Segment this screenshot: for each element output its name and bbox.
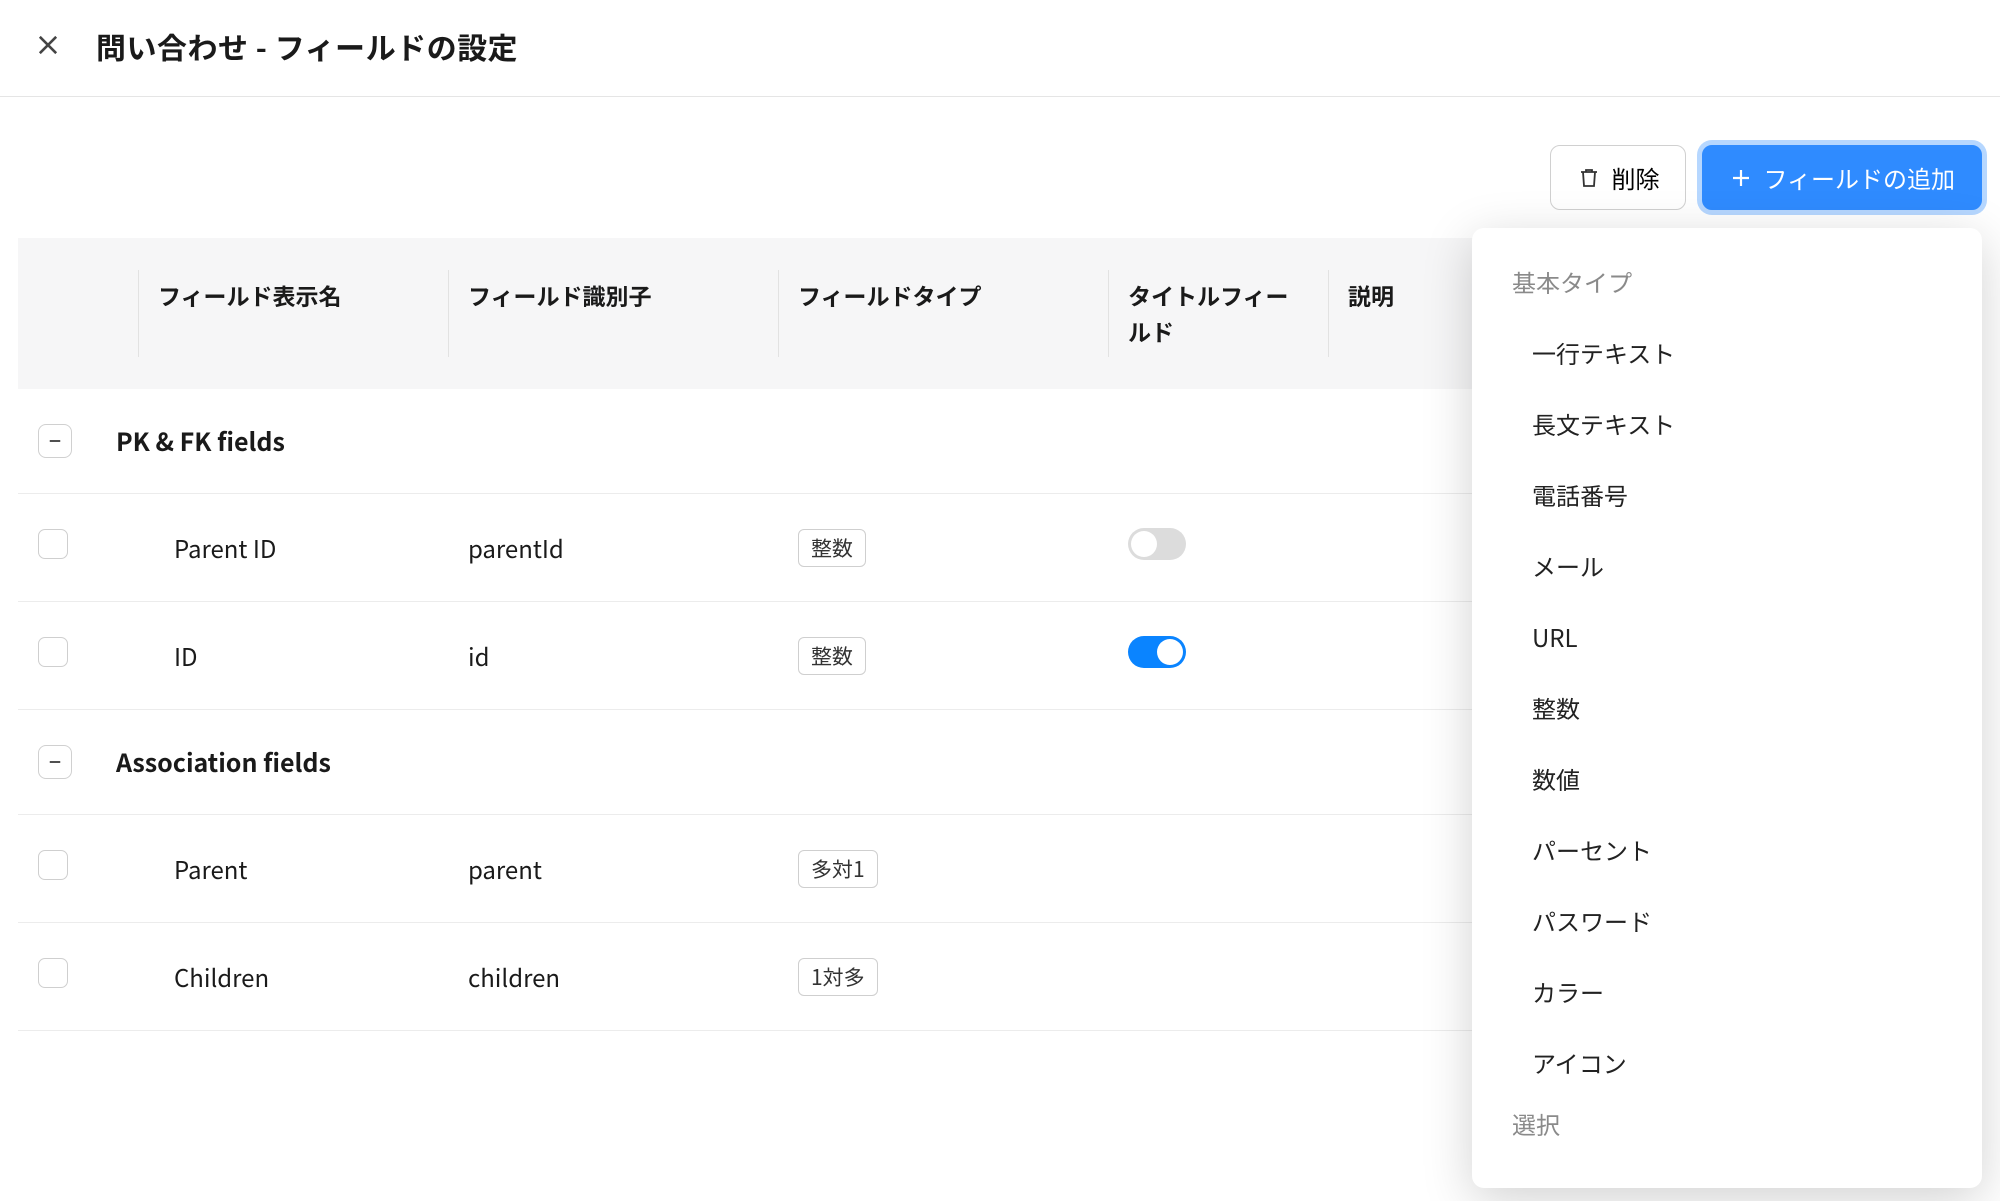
cell-identifier: parent: [448, 815, 778, 923]
type-tag: 1対多: [798, 958, 878, 996]
minus-icon: [46, 432, 64, 450]
close-icon: [34, 31, 62, 59]
dropdown-item[interactable]: 電話番号: [1512, 459, 1970, 530]
cell-display-name: Parent: [158, 851, 247, 886]
col-header-type: フィールドタイプ: [778, 238, 1108, 389]
dropdown-item[interactable]: パーセント: [1512, 814, 1970, 885]
add-field-button-label: フィールドの追加: [1763, 160, 1955, 195]
cell-identifier: children: [448, 923, 778, 1031]
trash-icon: [1577, 166, 1601, 190]
cell-display-name: ID: [158, 638, 198, 673]
col-header-identifier: フィールド識別子: [448, 238, 778, 389]
col-header-display-name: フィールド表示名: [138, 238, 448, 389]
col-header-title-field: タイトルフィールド: [1108, 238, 1328, 389]
close-button[interactable]: [28, 25, 68, 68]
title-field-toggle[interactable]: [1128, 528, 1186, 560]
row-checkbox[interactable]: [38, 637, 68, 667]
row-checkbox[interactable]: [38, 529, 68, 559]
delete-button-label: 削除: [1611, 160, 1659, 195]
minus-icon: [46, 753, 64, 771]
plus-icon: [1729, 166, 1753, 190]
dropdown-item[interactable]: パスワード: [1512, 885, 1970, 956]
dropdown-group-label: 選択: [1512, 1098, 1970, 1159]
dropdown-item[interactable]: アイコン: [1512, 1027, 1970, 1098]
dropdown-item[interactable]: 数値: [1512, 743, 1970, 814]
col-header-checkbox: [18, 238, 138, 389]
dropdown-item[interactable]: 長文テキスト: [1512, 388, 1970, 459]
dropdown-item[interactable]: 整数: [1512, 672, 1970, 743]
dropdown-item[interactable]: URL: [1512, 601, 1970, 672]
dropdown-item[interactable]: メール: [1512, 530, 1970, 601]
add-field-button[interactable]: フィールドの追加: [1702, 145, 1982, 210]
collapse-toggle[interactable]: [38, 745, 72, 779]
dropdown-item[interactable]: カラー: [1512, 956, 1970, 1027]
dropdown-item[interactable]: 一行テキスト: [1512, 317, 1970, 388]
page-title: 問い合わせ - フィールドの設定: [96, 24, 518, 68]
group-label: PK & FK fields: [116, 423, 285, 459]
group-label: Association fields: [116, 744, 331, 780]
row-checkbox[interactable]: [38, 850, 68, 880]
dropdown-item[interactable]: チェックボックス: [1512, 1159, 1970, 1168]
cell-identifier: parentId: [448, 494, 778, 602]
type-tag: 整数: [798, 637, 866, 675]
row-checkbox[interactable]: [38, 958, 68, 988]
delete-button[interactable]: 削除: [1550, 145, 1686, 210]
cell-display-name: Parent ID: [158, 530, 276, 565]
collapse-toggle[interactable]: [38, 424, 72, 458]
dropdown-group-label: 基本タイプ: [1512, 256, 1970, 317]
cell-display-name: Children: [158, 959, 269, 994]
cell-identifier: id: [448, 602, 778, 710]
add-field-dropdown: 基本タイプ 一行テキスト 長文テキスト 電話番号 メール URL 整数 数値 パ…: [1472, 228, 1982, 1188]
type-tag: 多対1: [798, 850, 878, 888]
title-field-toggle[interactable]: [1128, 636, 1186, 668]
type-tag: 整数: [798, 529, 866, 567]
